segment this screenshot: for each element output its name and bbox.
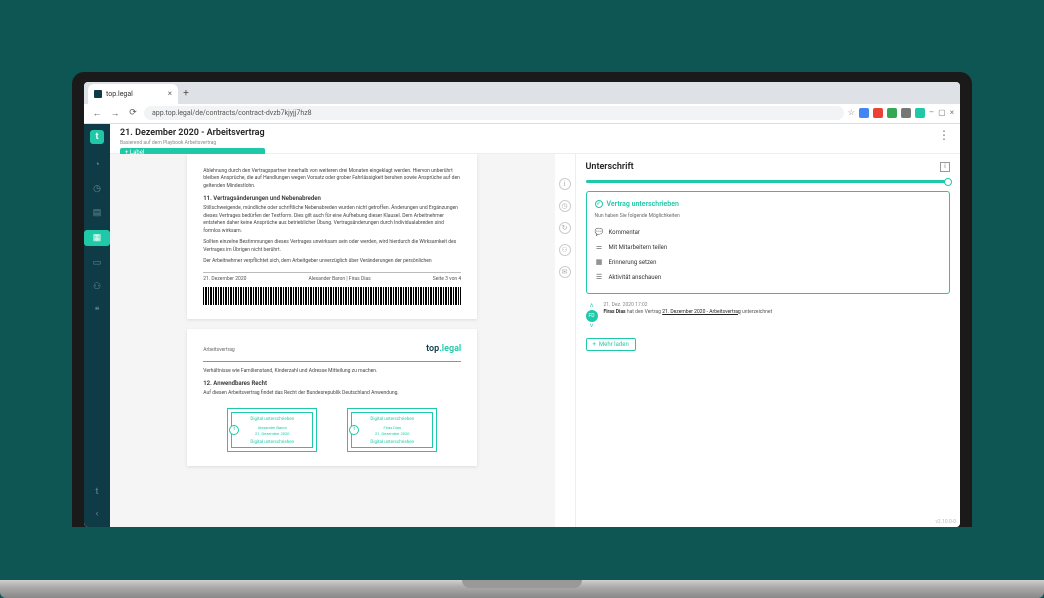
browser-tabbar: top.legal × +: [84, 82, 960, 104]
signature-box: t Digital unterschrieben Firas Dias 21. …: [347, 408, 437, 452]
clock-icon[interactable]: ◷: [559, 200, 571, 212]
chat-icon[interactable]: ✉: [559, 266, 571, 278]
window-close-icon[interactable]: ×: [950, 108, 954, 118]
page-label: Arbeitsvertrag: [203, 347, 234, 355]
version-label: v2.10.0-0: [936, 519, 957, 525]
hint-text: Nun haben Sie folgende Möglichkeiten: [595, 213, 942, 219]
comment-action[interactable]: 💬 Kommentar: [595, 225, 942, 240]
footer-date: 21. Dezember 2020: [203, 276, 246, 284]
tool-rail: i ◷ ↻ ⚇ ✉: [555, 154, 575, 527]
signature-seal-icon: t: [349, 425, 359, 435]
chevron-down-icon[interactable]: ˅: [589, 322, 593, 330]
window-maximize-icon[interactable]: ▢: [938, 108, 946, 118]
footer-pagenum: Seite 3 von 4: [433, 276, 461, 284]
page-subtitle: Basierend auf dem Playbook Arbeitsvertra…: [120, 140, 265, 146]
new-tab-button[interactable]: +: [178, 84, 194, 104]
info-icon[interactable]: i: [559, 178, 571, 190]
info-icon[interactable]: i: [940, 162, 950, 172]
section-heading: 11. Vertragsänderungen und Nebenabreden: [203, 194, 461, 203]
document-icon[interactable]: ▤: [90, 206, 104, 220]
brand-logo: top.legal: [426, 343, 461, 357]
activity-time: 21. Dez. 2020 17:02: [604, 302, 773, 309]
document-page: Arbeitsvertrag top.legal Verhältnisse wi…: [187, 329, 477, 466]
reload-icon[interactable]: ⟳: [126, 106, 140, 120]
section-heading: 12. Anwendbares Recht: [203, 379, 461, 388]
check-icon: ✓: [595, 200, 603, 208]
activity-action[interactable]: ☰ Aktivität anschauen: [595, 270, 942, 285]
signature-seal-icon: t: [229, 425, 239, 435]
right-panel: Unterschrift i ✓ Vertrag unterschrieben …: [575, 154, 961, 527]
activity-user: Firas Dias: [604, 309, 626, 315]
page-header: 21. Dezember 2020 - Arbeitsvertrag Basie…: [110, 124, 960, 154]
laptop-base: [0, 580, 1044, 598]
collapse-icon[interactable]: ‹: [90, 507, 104, 521]
paragraph: Stillschweigende, mündliche oder schrift…: [203, 205, 461, 235]
avatar: FD: [586, 310, 598, 322]
page-title: 21. Dezember 2020 - Arbeitsvertrag: [120, 128, 265, 138]
extension-icon[interactable]: [887, 108, 897, 118]
barcode-icon: [203, 287, 461, 305]
card-icon[interactable]: ▭: [90, 256, 104, 270]
chevron-up-icon[interactable]: ˄: [589, 302, 593, 310]
extension-icon[interactable]: [859, 108, 869, 118]
activity-entry: ˄ FD ˅ 21. Dez. 2020 17:02 Firas Dias ha…: [586, 302, 951, 330]
favicon-icon: [94, 90, 102, 98]
extension-icon[interactable]: [901, 108, 911, 118]
footer-names: Alexander Baron | Firas Dias: [309, 276, 371, 284]
history-icon[interactable]: ↻: [559, 222, 571, 234]
calendar-icon: ▦: [595, 258, 604, 267]
left-sidebar: t ◔ ◷ ▤ ▦ ▭ ⚇ ❝ t ‹: [84, 124, 110, 527]
status-card: ✓ Vertrag unterschrieben Nun haben Sie f…: [586, 191, 951, 294]
url-field[interactable]: app.top.legal/de/contracts/contract-dvzb…: [144, 106, 844, 120]
document-viewport[interactable]: Ablehnung durch den Vertragspartner inne…: [110, 154, 555, 527]
logo-footer-icon[interactable]: t: [90, 485, 104, 499]
activity-link[interactable]: 21. Dezember 2020 - Arbeitsvertrag: [662, 309, 741, 315]
star-icon[interactable]: ☆: [848, 108, 855, 118]
reminder-action[interactable]: ▦ Erinnerung setzen: [595, 255, 942, 270]
panel-title: Unterschrift: [586, 162, 634, 172]
document-page: Ablehnung durch den Vertragspartner inne…: [187, 154, 477, 320]
extension-tray: ☆ – ▢ ×: [848, 108, 954, 118]
close-icon[interactable]: ×: [168, 89, 172, 98]
browser-address-bar: ← → ⟳ app.top.legal/de/contracts/contrac…: [84, 104, 960, 124]
status-text: Vertrag unterschrieben: [607, 200, 679, 208]
progress-bar: [586, 180, 951, 183]
paragraph: Sollten einzelne Bestimmungen dieses Ver…: [203, 239, 461, 254]
dashboard-icon[interactable]: ◔: [90, 158, 104, 172]
share-icon: ⚌: [595, 243, 604, 252]
app-logo-icon[interactable]: t: [90, 130, 104, 144]
users-icon[interactable]: ⚇: [90, 280, 104, 294]
signature-box: t Digital unterschrieben Alexander Baron…: [227, 408, 317, 452]
browser-tab[interactable]: top.legal ×: [88, 84, 178, 104]
window-minimize-icon[interactable]: –: [929, 108, 934, 118]
paragraph: Auf diesen Arbeitsvertrag findet das Rec…: [203, 390, 461, 398]
clock-icon[interactable]: ◷: [90, 182, 104, 196]
contracts-icon[interactable]: ▦: [84, 230, 110, 246]
back-icon[interactable]: ←: [90, 106, 104, 120]
chat-icon[interactable]: ❝: [90, 304, 104, 318]
comment-icon: 💬: [595, 228, 604, 237]
tab-title: top.legal: [106, 90, 133, 98]
share-action[interactable]: ⚌ Mit Mitarbeitern teilen: [595, 240, 942, 255]
paragraph: Verhältnisse wie Familienstand, Kinderza…: [203, 368, 461, 376]
load-more-button[interactable]: + Mehr laden: [586, 338, 636, 351]
plus-icon: +: [593, 341, 596, 348]
people-icon[interactable]: ⚇: [559, 244, 571, 256]
extension-icon[interactable]: [873, 108, 883, 118]
paragraph: Der Arbeitnehmer verpflichtet sich, dem …: [203, 258, 461, 266]
more-menu-icon[interactable]: ⋮: [938, 128, 950, 142]
extension-icon[interactable]: [915, 108, 925, 118]
forward-icon[interactable]: →: [108, 106, 122, 120]
activity-icon: ☰: [595, 273, 604, 282]
paragraph: Ablehnung durch den Vertragspartner inne…: [203, 168, 461, 191]
